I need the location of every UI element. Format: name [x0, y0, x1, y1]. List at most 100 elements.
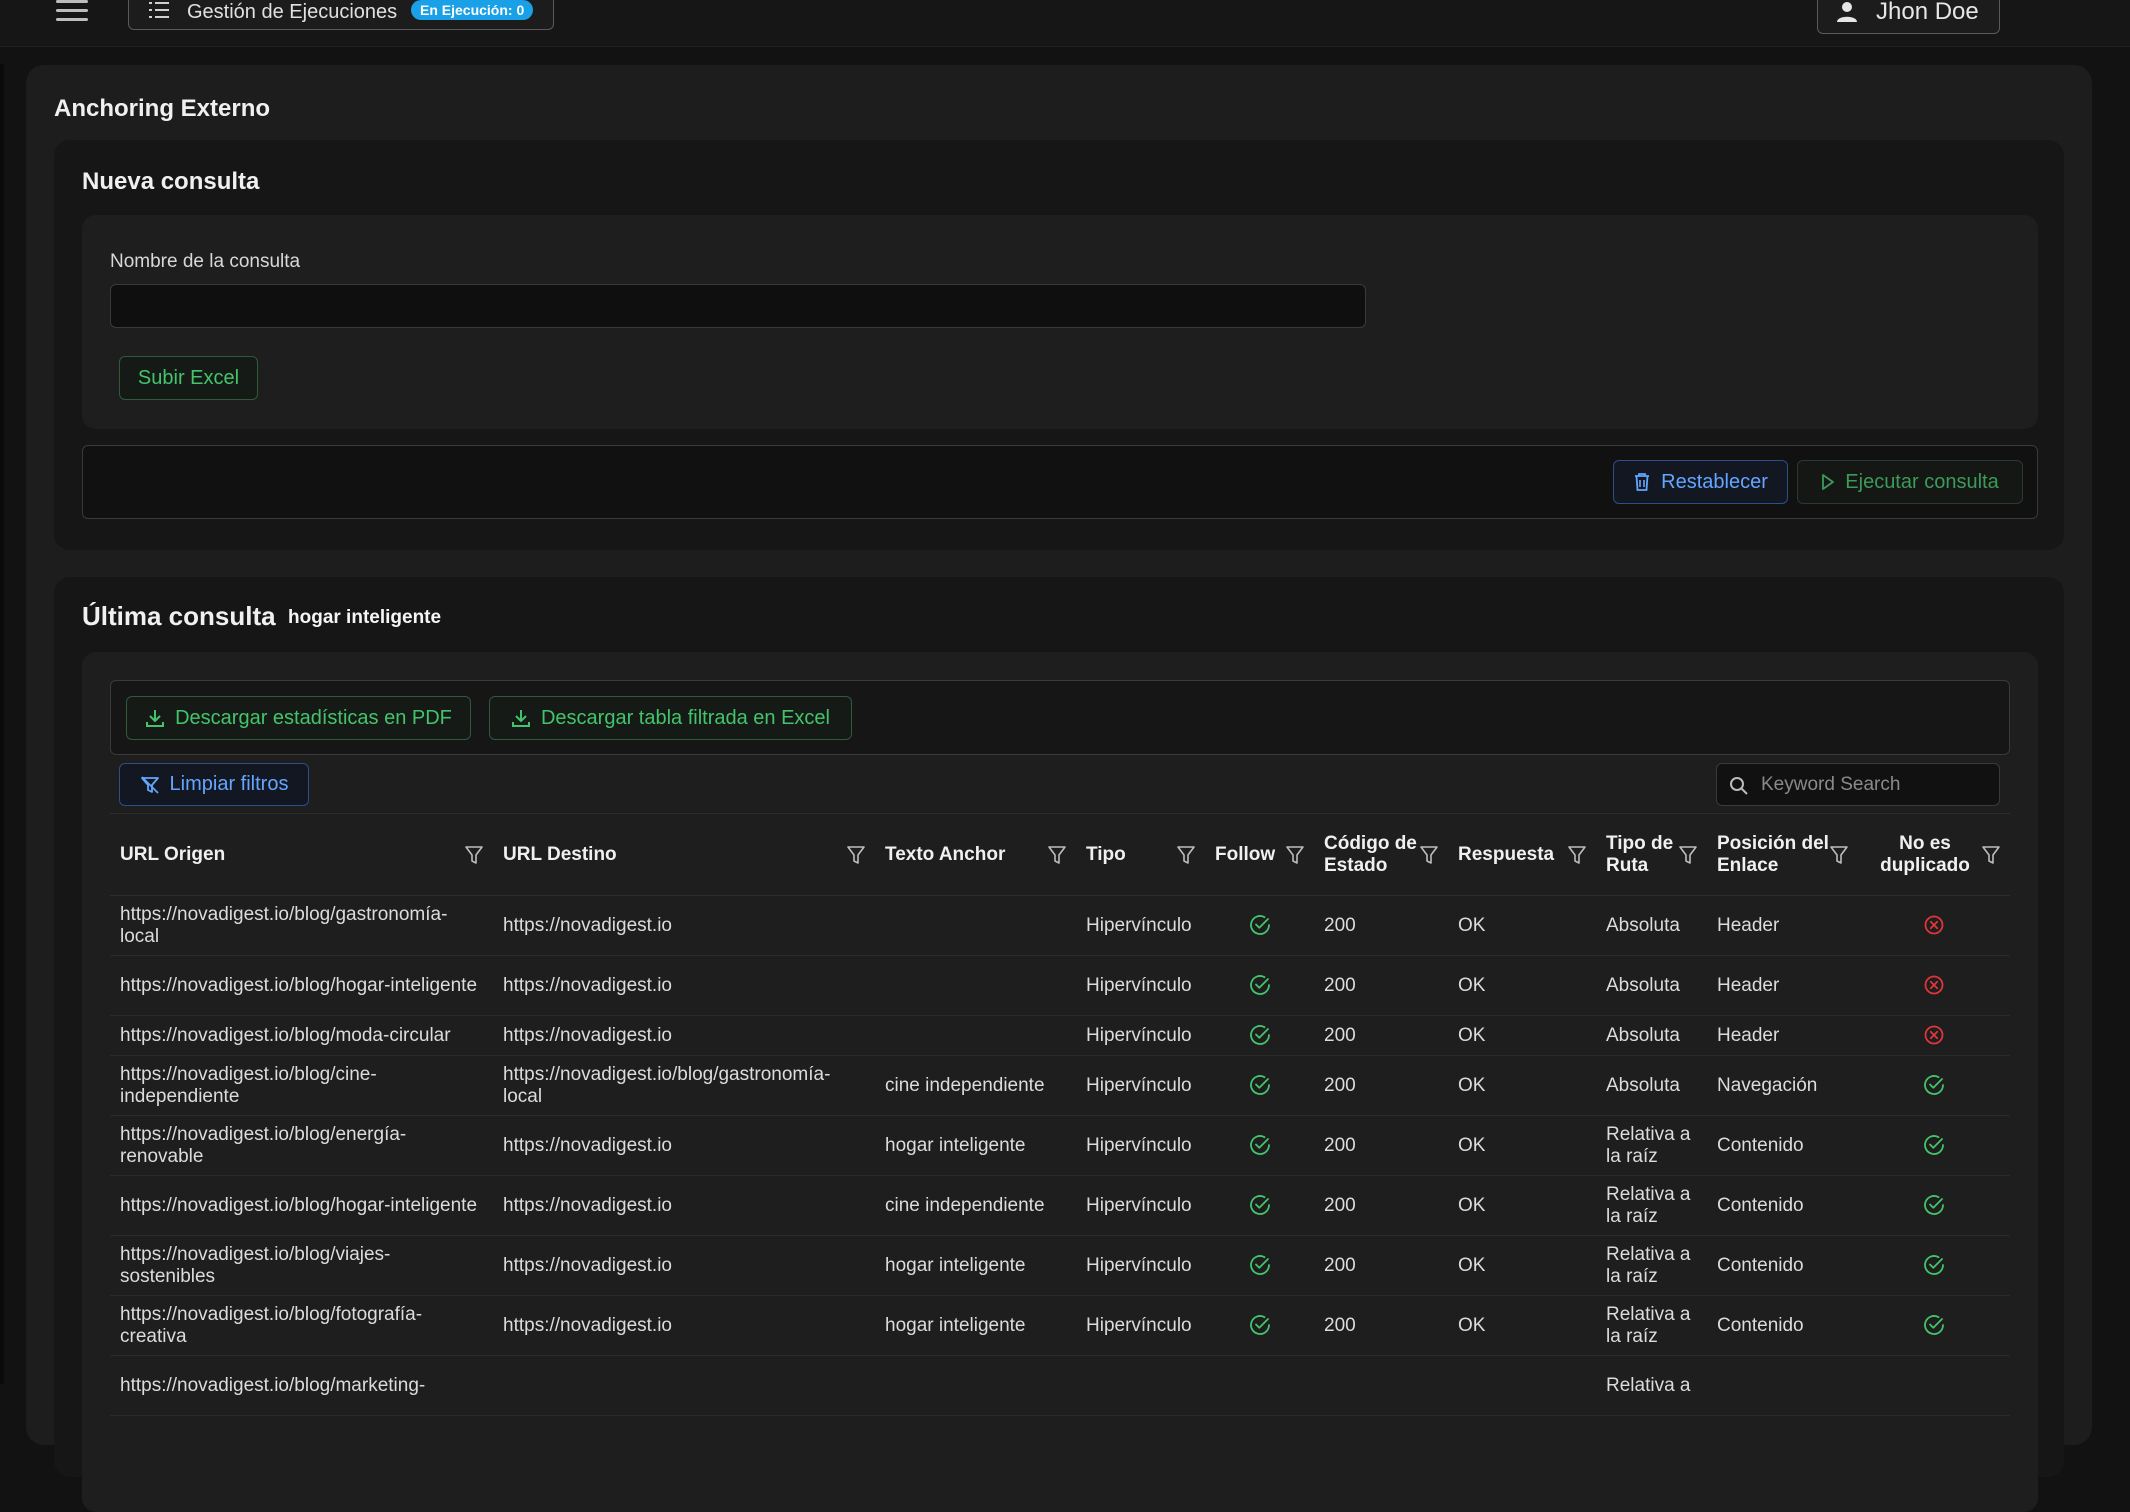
- table-cell-tipo: Hipervínculo: [1076, 1055, 1205, 1116]
- table-cell-origen: https://novadigest.io/blog/cine-independ…: [110, 1055, 493, 1116]
- table-row[interactable]: https://novadigest.io/blog/marketing- Rel…: [110, 1355, 2010, 1416]
- filter-icon[interactable]: [1830, 845, 1848, 865]
- results-table: URL Origen URL Destino Texto Anchor Tipo Fol…: [110, 813, 2010, 1416]
- column-header[interactable]: Código de Estado: [1314, 813, 1448, 896]
- run-query-button[interactable]: Ejecutar consulta: [1797, 460, 2023, 504]
- keyword-search-input[interactable]: [1761, 764, 1991, 805]
- column-header-label: URL Destino: [503, 843, 617, 865]
- column-header-label: Respuesta: [1458, 843, 1555, 865]
- table-cell-respuesta: OK: [1448, 1235, 1596, 1296]
- upload-excel-button[interactable]: Subir Excel: [119, 356, 258, 400]
- menu-icon[interactable]: [56, 0, 88, 22]
- table-cell-anchor: [875, 895, 1076, 956]
- table-cell-respuesta: OK: [1448, 1015, 1596, 1056]
- follow-cell: [1205, 1175, 1314, 1236]
- last-query-card: Última consulta hogar inteligente Descar…: [54, 577, 2064, 1512]
- column-header[interactable]: Tipo: [1076, 813, 1205, 896]
- table-row[interactable]: https://novadigest.io/blog/energía-renov…: [110, 1115, 2010, 1176]
- column-header[interactable]: URL Origen: [110, 813, 493, 896]
- table-cell-tipo: Hipervínculo: [1076, 1015, 1205, 1056]
- table-cell-anchor: hogar inteligente: [875, 1235, 1076, 1296]
- download-icon: [511, 710, 530, 727]
- table-row[interactable]: https://novadigest.io/blog/viajes-sosten…: [110, 1235, 2010, 1296]
- table-cell-anchor: cine independiente: [875, 1055, 1076, 1116]
- table-cell-respuesta: OK: [1448, 955, 1596, 1016]
- query-name-input[interactable]: [110, 284, 1366, 328]
- column-header[interactable]: Respuesta: [1448, 813, 1596, 896]
- table-cell-tipo: Hipervínculo: [1076, 1235, 1205, 1296]
- follow-cell: [1205, 1235, 1314, 1296]
- check-circle-icon: [1924, 1315, 1944, 1336]
- table-cell-codigo: 200: [1314, 1055, 1448, 1116]
- table-cell-tipo: Hipervínculo: [1076, 895, 1205, 956]
- table-cell-ruta: Relativa a la raíz: [1596, 1175, 1707, 1236]
- download-bar: Descargar estadísticas en PDF Descargar …: [110, 680, 2010, 755]
- reset-button[interactable]: Restablecer: [1613, 460, 1788, 504]
- filter-icon[interactable]: [1177, 845, 1195, 865]
- duplicate-cell: [1858, 1355, 2010, 1416]
- filter-icon[interactable]: [847, 845, 865, 865]
- table-cell-ruta: Relativa a la raíz: [1596, 1115, 1707, 1176]
- table-cell-destino: https://novadigest.io: [493, 1175, 875, 1236]
- user-menu-button[interactable]: Jhon Doe: [1817, 0, 2000, 34]
- table-cell-origen: https://novadigest.io/blog/hogar-intelig…: [110, 1175, 493, 1236]
- column-header[interactable]: Follow: [1205, 813, 1314, 896]
- table-cell-posicion: Header: [1707, 955, 1858, 1016]
- table-row[interactable]: https://novadigest.io/blog/hogar-intelig…: [110, 1175, 2010, 1236]
- follow-cell: [1205, 895, 1314, 956]
- filter-icon[interactable]: [1679, 845, 1697, 865]
- user-icon: [1837, 2, 1857, 22]
- filter-icon[interactable]: [1048, 845, 1066, 865]
- table-cell-destino: https://novadigest.io: [493, 1115, 875, 1176]
- search-icon: [1730, 777, 1748, 795]
- table-cell-codigo: 200: [1314, 895, 1448, 956]
- check-circle-icon: [1249, 975, 1270, 996]
- table-cell-posicion: Header: [1707, 1015, 1858, 1056]
- download-excel-button[interactable]: Descargar tabla filtrada en Excel: [489, 696, 852, 740]
- duplicate-cell: [1858, 1015, 2010, 1056]
- check-circle-icon: [1249, 1255, 1270, 1276]
- table-row[interactable]: https://novadigest.io/blog/fotografía-cr…: [110, 1295, 2010, 1356]
- filter-icon[interactable]: [465, 845, 483, 865]
- table-row[interactable]: https://novadigest.io/blog/gastronomía-l…: [110, 895, 2010, 956]
- table-row[interactable]: https://novadigest.io/blog/moda-circular…: [110, 1015, 2010, 1056]
- column-header[interactable]: Texto Anchor: [875, 813, 1076, 896]
- column-header-label: Código de Estado: [1324, 832, 1417, 876]
- table-cell-origen: https://novadigest.io/blog/fotografía-cr…: [110, 1295, 493, 1356]
- table-cell-ruta: Absoluta: [1596, 895, 1707, 956]
- filter-icon[interactable]: [1982, 845, 2000, 865]
- executions-manager-button[interactable]: Gestión de Ejecuciones En Ejecución: 0: [128, 0, 554, 30]
- column-header[interactable]: No es duplicado: [1858, 813, 2010, 896]
- run-query-label: Ejecutar consulta: [1845, 470, 1999, 493]
- table-row[interactable]: https://novadigest.io/blog/cine-independ…: [110, 1055, 2010, 1116]
- column-header[interactable]: Tipo de Ruta: [1596, 813, 1707, 896]
- table-cell-tipo: Hipervínculo: [1076, 955, 1205, 1016]
- download-pdf-button[interactable]: Descargar estadísticas en PDF: [126, 696, 471, 740]
- column-header[interactable]: Posición del Enlace: [1707, 813, 1858, 896]
- download-icon: [146, 710, 165, 727]
- follow-cell: [1205, 1295, 1314, 1356]
- follow-cell: [1205, 1355, 1314, 1416]
- column-header-label: Texto Anchor: [885, 843, 1006, 865]
- check-circle-icon: [1249, 915, 1270, 936]
- table-cell-origen: https://novadigest.io/blog/energía-renov…: [110, 1115, 493, 1176]
- query-actions-bar: Restablecer Ejecutar consulta: [82, 445, 2038, 519]
- follow-cell: [1205, 1115, 1314, 1176]
- clear-filters-button[interactable]: Limpiar filtros: [119, 763, 309, 806]
- column-header-label: Posición del Enlace: [1717, 832, 1829, 876]
- duplicate-cell: [1858, 1295, 2010, 1356]
- column-header[interactable]: URL Destino: [493, 813, 875, 896]
- filter-icon[interactable]: [1286, 845, 1304, 865]
- duplicate-cell: [1858, 895, 2010, 956]
- table-cell-tipo: Hipervínculo: [1076, 1175, 1205, 1236]
- filter-icon[interactable]: [1420, 845, 1438, 865]
- table-header-row: URL Origen URL Destino Texto Anchor Tipo Fol…: [110, 813, 2010, 896]
- filter-icon[interactable]: [1568, 845, 1586, 865]
- table-row[interactable]: https://novadigest.io/blog/hogar-intelig…: [110, 955, 2010, 1016]
- table-cell-destino: https://novadigest.io: [493, 1235, 875, 1296]
- x-circle-icon: [1924, 976, 1944, 995]
- last-query-title: Última consulta: [82, 601, 276, 631]
- duplicate-cell: [1858, 1175, 2010, 1236]
- table-cell-respuesta: [1448, 1355, 1596, 1416]
- table-cell-posicion: Contenido: [1707, 1115, 1858, 1176]
